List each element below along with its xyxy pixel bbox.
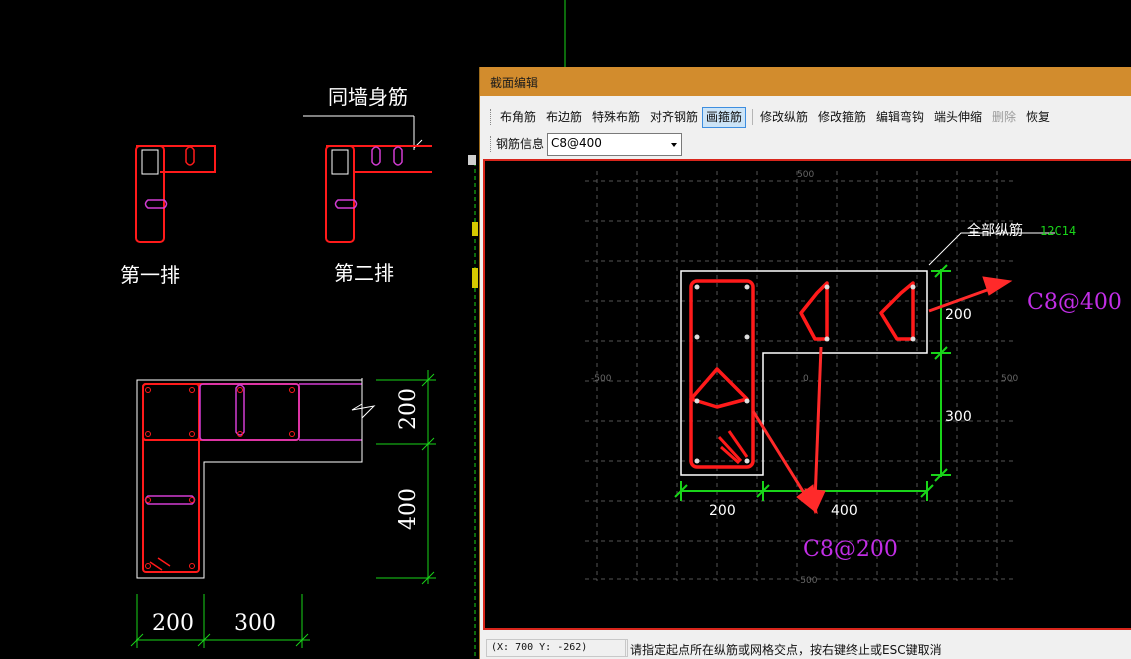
cursor-coordinates: (X: 700 Y: -262) [486,639,628,657]
align-rebar-button[interactable]: 对齐钢筋 [646,107,702,128]
row2-label: 第二排 [334,261,394,285]
axis-label-right: 500 [1001,374,1018,384]
rebar-info-select[interactable]: C8@400 [547,133,682,156]
section-row-2: 第二排 [325,145,432,285]
axis-label-left: -500 [591,374,612,384]
toolbar-grip[interactable] [490,136,493,152]
draw-stirrup-button[interactable]: 画箍筋 [702,107,747,128]
dialog-toolbar: 布角筋 布边筋 特殊布筋 对齐钢筋 画箍筋 修改纵筋 修改箍筋 编辑弯钩 端头伸… [480,104,1131,130]
modify-stirrup-button[interactable]: 修改箍筋 [814,107,870,128]
special-rebar-button[interactable]: 特殊布筋 [588,107,644,128]
dim-v2-label: 400 [396,488,421,530]
rebar-info-value: C8@400 [551,136,602,150]
stirrups [689,279,915,469]
status-divider [625,639,626,657]
toolbar-grip[interactable] [490,109,493,125]
restore-button[interactable]: 恢复 [1022,107,1054,128]
axis-label-center: 0 [803,374,809,384]
edge-rebar-button[interactable]: 布边筋 [542,107,586,128]
annotation-c8-400: C8@400 [1027,290,1122,315]
dim-h1-label: 200 [152,611,194,636]
chevron-down-icon[interactable] [668,134,681,155]
dimensions-left [130,370,436,648]
dim-horizontal-1: 200 [709,503,736,519]
section-drawing-svg[interactable]: 500 -500 0 500 -500 全部纵筋 12C14 200 400 2… [485,161,1130,628]
toolbar-separator [752,109,753,125]
axis-label-top: 500 [797,170,814,180]
rebar-info-label: 钢筋信息 [496,137,545,151]
edge-fragment [472,268,478,288]
leader-label: 同墙身筋 [328,85,408,109]
dialog-title: 截面编辑 [490,76,539,90]
end-extend-button[interactable]: 端头伸缩 [930,107,986,128]
section-drawing-canvas[interactable]: 500 -500 0 500 -500 全部纵筋 12C14 200 400 2… [483,159,1131,630]
dim-vertical-1: 200 [945,307,972,323]
edge-fragment [468,155,476,165]
axis-label-bottom: -500 [797,576,818,586]
rebar-info-toolbar: 钢筋信息 C8@400 [480,131,1131,157]
dim-v1-label: 200 [396,388,421,430]
annotation-c8-200: C8@200 [803,537,898,562]
large-l-section [136,378,376,579]
delete-button[interactable]: 删除 [988,107,1020,128]
section-row-1: 第一排 [120,145,216,287]
modify-long-rebar-button[interactable]: 修改纵筋 [756,107,812,128]
corner-rebar-button[interactable]: 布角筋 [496,107,540,128]
edit-hook-button[interactable]: 编辑弯钩 [872,107,928,128]
row1-label: 第一排 [120,263,180,287]
dim-vertical-2: 300 [945,409,972,425]
status-bar: (X: 700 Y: -262) 请指定起点所在纵筋或网格交点，按右键终止或ES… [480,635,1131,659]
status-prompt: 请指定起点所在纵筋或网格交点，按右键终止或ESC键取消 [630,643,942,657]
leader-group: 同墙身筋 [303,85,423,150]
all-long-rebar-value: 12C14 [1040,224,1076,238]
dim-horizontal-2: 400 [831,503,858,519]
dim-h2-label: 300 [234,611,276,636]
dialog-titlebar[interactable]: 截面编辑 [480,67,1131,96]
section-edit-dialog: 截面编辑 布角筋 布边筋 特殊布筋 对齐钢筋 画箍筋 修改纵筋 修改箍筋 编辑弯… [479,67,1131,659]
edge-fragment [472,222,478,236]
grid [585,171,1015,581]
all-long-rebar-label: 全部纵筋 [967,222,1023,239]
